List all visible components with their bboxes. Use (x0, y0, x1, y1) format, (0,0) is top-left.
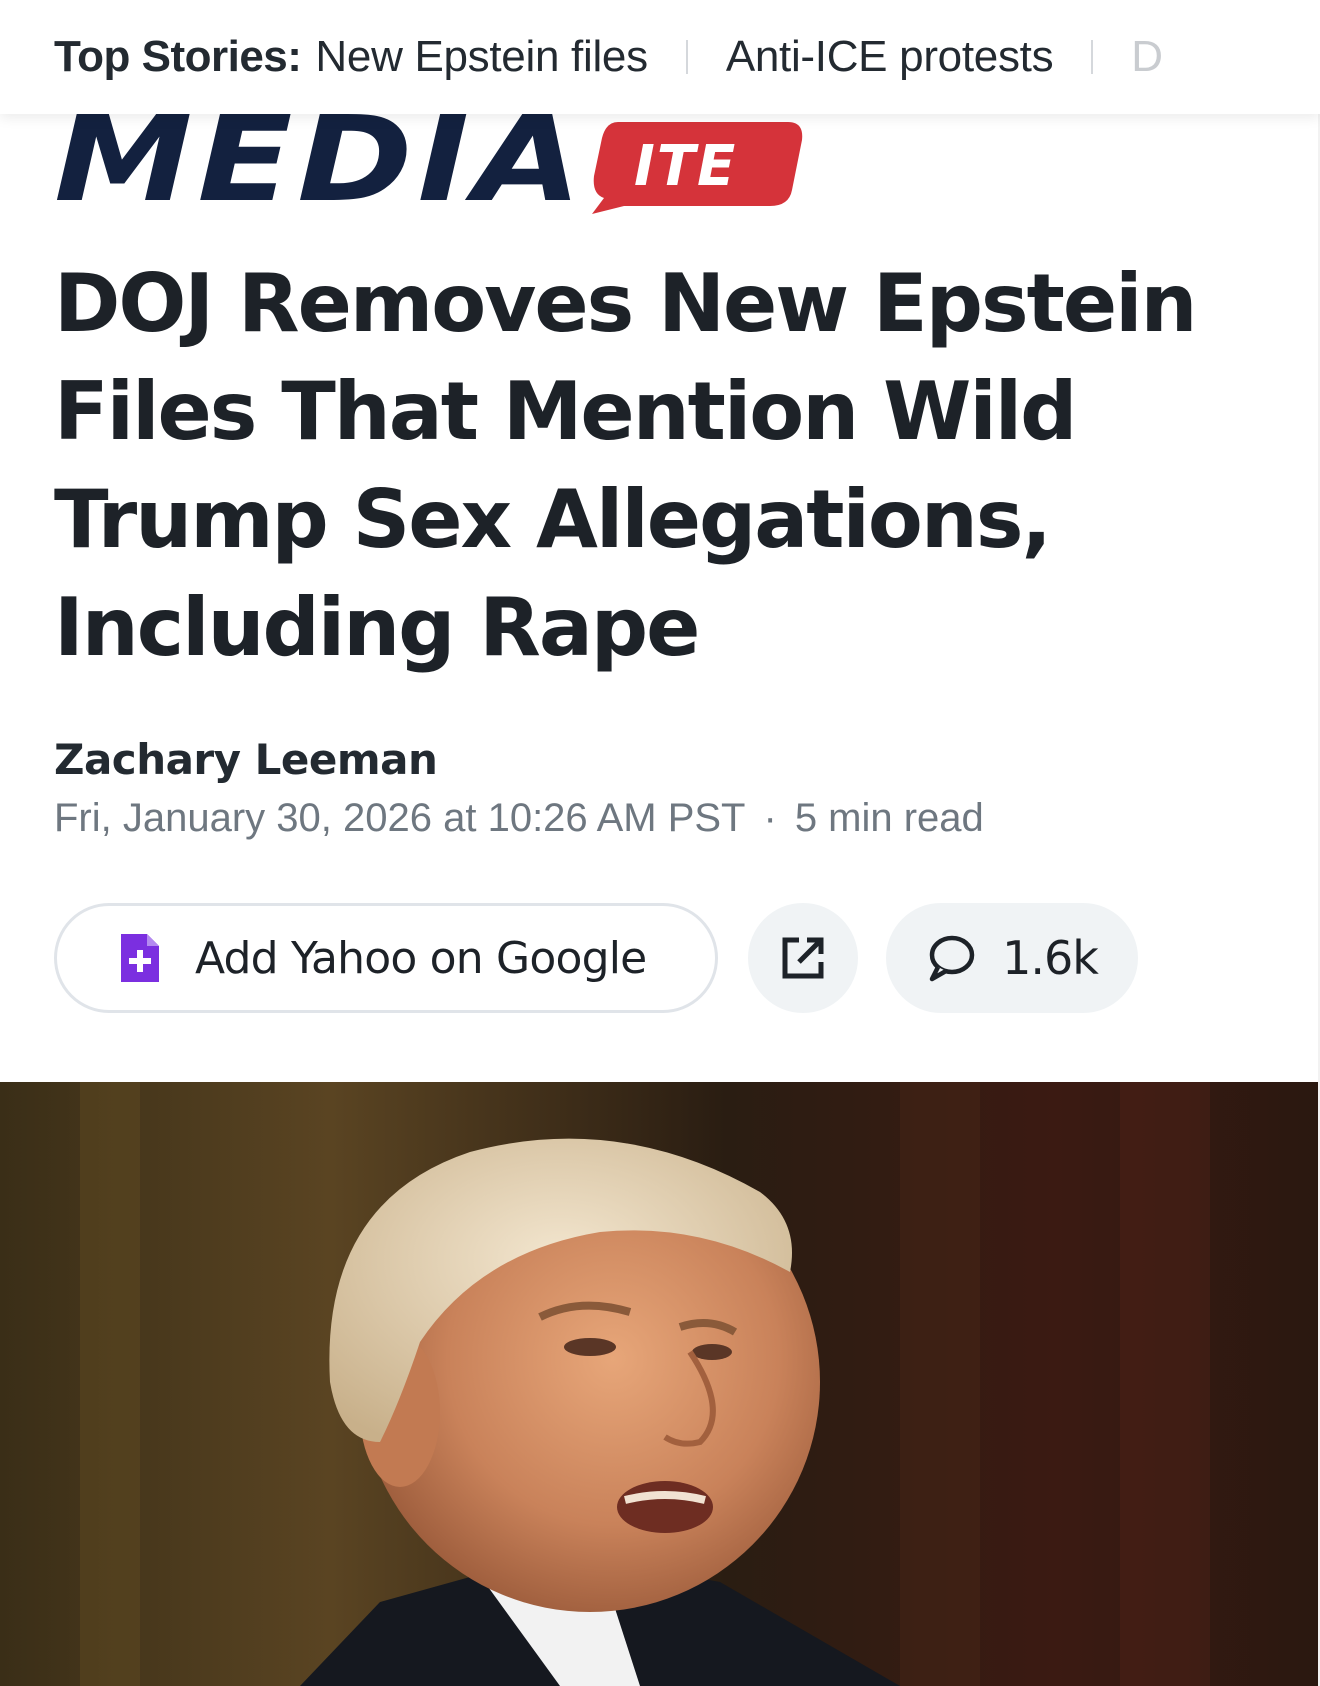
comments-button[interactable]: 1.6k (886, 903, 1138, 1013)
article-headline: DOJ Removes New Epstein Files That Menti… (54, 257, 1197, 674)
author-name[interactable]: Zachary Leeman (54, 735, 438, 784)
publish-date: Fri, January 30, 2026 at 10:26 AM PST (54, 796, 746, 840)
top-story-link-2[interactable]: Anti-ICE protests (726, 32, 1054, 82)
top-story-link-1[interactable]: New Epstein files (315, 32, 648, 82)
read-time: 5 min read (794, 796, 984, 840)
top-stories-bar: Top Stories: New Epstein files Anti-ICE … (0, 0, 1320, 114)
document-plus-icon (121, 934, 159, 982)
external-link-icon (782, 937, 824, 979)
share-button[interactable] (748, 903, 858, 1013)
comments-count: 1.6k (1002, 931, 1099, 985)
portrait-photo (0, 1082, 1320, 1686)
add-yahoo-on-google-label: Add Yahoo on Google (195, 932, 647, 984)
top-story-link-3[interactable]: D (1131, 32, 1163, 82)
publisher-logo-wordmark: MEDIA (54, 90, 587, 228)
add-yahoo-on-google-button[interactable]: Add Yahoo on Google (54, 903, 718, 1013)
logo-badge-text: ITE (634, 134, 738, 199)
article-hero-image[interactable] (0, 1082, 1320, 1686)
article-meta: Fri, January 30, 2026 at 10:26 AM PST · 5 … (54, 796, 984, 841)
meta-separator: · (763, 796, 777, 840)
publisher-logo[interactable]: MEDIA ITE (54, 100, 803, 224)
top-stories-divider (1091, 40, 1094, 74)
top-stories-divider (685, 40, 688, 74)
top-stories-label: Top Stories: (54, 32, 302, 81)
speech-bubble-icon (929, 935, 975, 982)
